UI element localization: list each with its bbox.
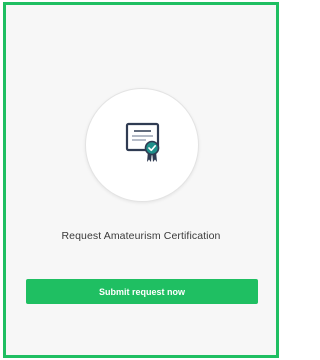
certification-card: Request Amateurism Certification Submit …	[3, 2, 279, 358]
certificate-icon	[125, 122, 160, 162]
certificate-emblem	[85, 88, 199, 202]
submit-request-button[interactable]: Submit request now	[26, 279, 258, 304]
certification-title: Request Amateurism Certification	[61, 230, 221, 242]
